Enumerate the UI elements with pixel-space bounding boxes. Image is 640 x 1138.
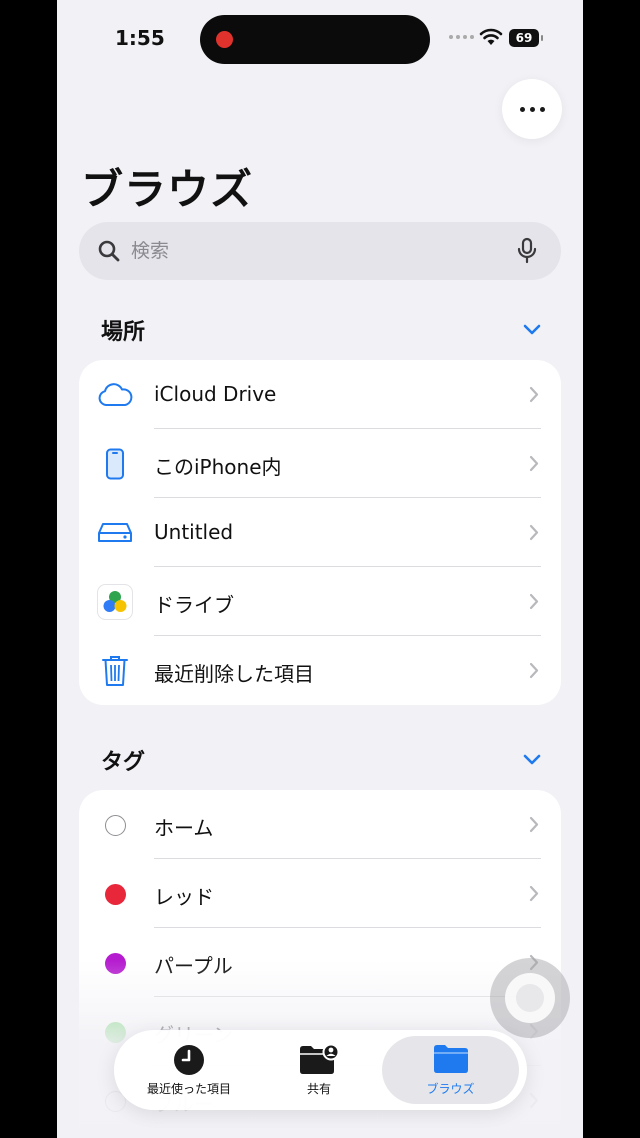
assistive-touch-ring: [505, 973, 555, 1023]
chevron-down-icon[interactable]: [523, 324, 541, 336]
location-label: Untitled: [154, 520, 234, 544]
locations-list: iCloud Drive このiPhone内 Untitled ドライブ 最近削…: [79, 360, 561, 705]
assistive-touch-center: [516, 984, 544, 1012]
files-browse-screen: 1:55 69 ブラウズ 場所: [57, 0, 583, 1138]
battery-tip: [541, 35, 543, 41]
chevron-right-icon: [529, 662, 539, 679]
google-drive-icon: [97, 584, 133, 620]
dynamic-island: [200, 15, 430, 64]
chevron-right-icon: [529, 816, 539, 833]
dot: [519, 106, 525, 112]
tab-label: ブラウズ: [426, 1082, 475, 1096]
tab-bar: 最近使った項目 共有 ブラウズ: [114, 1030, 527, 1110]
tag-color-dot: [104, 952, 126, 974]
location-row-untitled[interactable]: Untitled: [79, 498, 561, 567]
search-input[interactable]: [131, 222, 511, 280]
locations-title: 場所: [101, 320, 146, 345]
tab-label: 共有: [306, 1082, 331, 1096]
location-label: 最近削除した項目: [154, 662, 314, 686]
location-row-icloud-drive[interactable]: iCloud Drive: [79, 360, 561, 429]
tag-color-dot: [104, 814, 126, 836]
wifi-icon: [479, 28, 503, 45]
location-label: ドライブ: [154, 593, 234, 617]
page-title: ブラウズ: [81, 165, 254, 214]
chevron-right-icon: [529, 1092, 539, 1109]
tag-color-dot: [104, 1021, 126, 1043]
tag-label: パープル: [154, 954, 233, 978]
microphone-icon[interactable]: [516, 237, 538, 265]
recording-indicator-icon: [216, 31, 233, 48]
location-row-google-drive[interactable]: ドライブ: [79, 567, 561, 636]
tag-label: レッド: [154, 885, 214, 909]
chevron-right-icon: [529, 593, 539, 610]
icloud-icon: [97, 377, 133, 413]
tag-circle-icon: [97, 945, 133, 981]
tag-row-home[interactable]: ホーム: [79, 790, 561, 859]
assistive-touch-button[interactable]: [490, 958, 570, 1038]
tag-color-dot: [104, 883, 126, 905]
location-row-iphone[interactable]: このiPhone内: [79, 429, 561, 498]
battery-icon: 69: [509, 29, 539, 47]
chevron-right-icon: [529, 455, 539, 472]
tab-browse[interactable]: ブラウズ: [382, 1036, 519, 1104]
chevron-right-icon: [529, 524, 539, 541]
trash-icon: [97, 653, 133, 689]
tags-section-header[interactable]: タグ: [79, 744, 561, 784]
shared-folder-icon: [300, 1044, 340, 1074]
tab-shared[interactable]: 共有: [260, 1036, 378, 1104]
clock-icon: [174, 1045, 204, 1075]
location-row-recently-deleted[interactable]: 最近削除した項目: [79, 636, 561, 705]
tags-title: タグ: [101, 750, 146, 775]
tag-circle-icon: [97, 876, 133, 912]
drive-disk-icon: [97, 515, 133, 551]
tag-label: ホーム: [154, 816, 214, 840]
tab-label: 最近使った項目: [146, 1082, 231, 1096]
chevron-right-icon: [529, 386, 539, 403]
tag-circle-icon: [97, 807, 133, 843]
cellular-signal-icon: [449, 35, 474, 39]
location-label: iCloud Drive: [154, 382, 277, 406]
tab-recents[interactable]: 最近使った項目: [122, 1036, 256, 1104]
tag-row-purple[interactable]: パープル: [79, 928, 561, 997]
dot: [529, 106, 535, 112]
iphone-icon: [97, 446, 133, 482]
dot: [539, 106, 545, 112]
status-time: 1:55: [115, 26, 165, 50]
search-icon: [98, 240, 120, 262]
search-bar[interactable]: [79, 222, 561, 280]
more-options-button[interactable]: [502, 79, 562, 139]
folder-icon: [433, 1045, 468, 1073]
tag-row-red[interactable]: レッド: [79, 859, 561, 928]
chevron-right-icon: [529, 885, 539, 902]
locations-section-header[interactable]: 場所: [79, 314, 561, 354]
location-label: このiPhone内: [154, 455, 282, 479]
chevron-down-icon[interactable]: [523, 754, 541, 766]
